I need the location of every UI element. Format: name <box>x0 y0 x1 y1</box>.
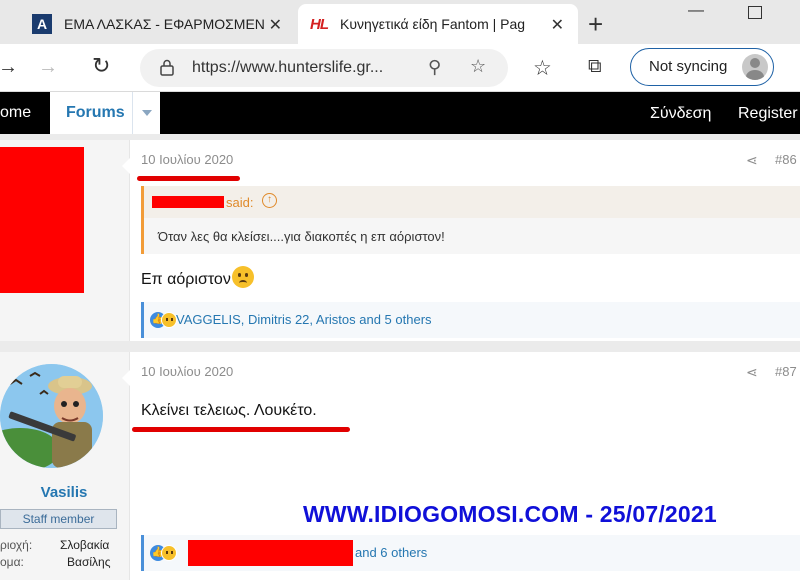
red-underline-mark <box>137 176 240 181</box>
quote-header: said: ↑ <box>144 186 800 218</box>
post-user-panel <box>0 140 130 341</box>
post-date[interactable]: 10 Ιουλίου 2020 <box>141 152 233 167</box>
post-body-text: Κλείνει τελειως. Λουκέτο. <box>141 402 317 419</box>
maximize-window-button[interactable] <box>748 6 762 19</box>
post-message: 10 Ιουλίου 2020 ⋖ #87 Κλείνει τελειως. Λ… <box>122 352 800 580</box>
browser-toolbar: → → ↻ https://www.hunterslife.gr... ⚲ ☆ … <box>0 44 800 92</box>
tab-strip: A ΕΜΑ ΛΑΣΚΑΣ - ΕΦΑΡΜΟΣΜΕΝ ✕ HL Κυνηγετικ… <box>0 0 800 44</box>
avatar[interactable] <box>0 364 103 468</box>
post-date[interactable]: 10 Ιουλίου 2020 <box>141 364 233 379</box>
redacted-reaction-names <box>188 540 353 566</box>
forum-post: Vasilis Staff member ριοχή: Σλοβακία ομα… <box>0 352 800 580</box>
redacted-quote-author <box>152 196 224 208</box>
reactions-list[interactable]: and 6 others <box>355 545 427 560</box>
red-underline-mark <box>132 427 350 432</box>
share-icon[interactable]: ⋖ <box>746 364 758 381</box>
reactions-bar[interactable]: 👍 and 6 others <box>141 535 800 571</box>
nav-forums-tab[interactable]: Forums <box>50 92 160 134</box>
post-body: Επ αόριστον <box>141 266 254 289</box>
sad-reaction-icon <box>161 545 177 561</box>
post-user-panel: Vasilis Staff member ριοχή: Σλοβακία ομα… <box>0 352 130 580</box>
profile-avatar-icon <box>742 54 768 80</box>
hunterslife-favicon-icon: HL <box>310 15 329 33</box>
zoom-out-icon[interactable]: ⚲ <box>428 57 441 78</box>
share-icon[interactable]: ⋖ <box>746 152 758 169</box>
confused-emoji-icon <box>231 266 254 288</box>
forward-arrow-icon[interactable]: → <box>38 56 58 79</box>
reactions-list[interactable]: VAGGELIS, Dimitris 22, Aristos and 5 oth… <box>176 312 432 327</box>
nav-forums-label: Forums <box>66 104 125 121</box>
new-tab-button[interactable]: + <box>588 9 603 40</box>
post-number[interactable]: #86 <box>775 152 797 167</box>
post-body-text: Επ αόριστον <box>141 271 231 288</box>
quote-said-label: said: <box>226 195 254 210</box>
tab-ema-laskas[interactable]: A ΕΜΑ ΛΑΣΚΑΣ - ΕΦΑΡΜΟΣΜΕΝ ✕ <box>20 4 296 44</box>
tab-title: ΕΜΑ ΛΑΣΚΑΣ - ΕΦΑΡΜΟΣΜΕΝ <box>64 16 264 32</box>
close-tab-icon[interactable]: ✕ <box>551 15 564 35</box>
back-arrow-icon[interactable]: → <box>0 56 18 79</box>
favorites-icon[interactable]: ☆ <box>533 56 552 81</box>
register-link[interactable]: Register <box>738 105 798 123</box>
user-field-value: Σλοβακία <box>60 538 110 552</box>
ema-favicon-icon: A <box>32 14 52 34</box>
redacted-avatar <box>0 147 84 293</box>
close-tab-icon[interactable]: ✕ <box>269 15 282 35</box>
add-favorite-icon[interactable]: ☆ <box>470 56 486 77</box>
staff-member-badge: Staff member <box>0 509 117 529</box>
address-url[interactable]: https://www.hunterslife.gr... <box>192 59 383 77</box>
not-syncing-label: Not syncing <box>649 58 728 75</box>
collections-icon[interactable]: ⧉ <box>588 56 602 78</box>
reaction-icons: 👍 <box>150 545 180 561</box>
quote-block: said: ↑ Όταν λες θα κλείσει....για διακο… <box>141 186 800 254</box>
jump-to-quote-icon[interactable]: ↑ <box>262 193 277 208</box>
profile-sync-button[interactable]: Not syncing <box>630 48 774 86</box>
user-field-value: Βασίλης <box>67 555 111 569</box>
login-link[interactable]: Σύνδεση <box>650 105 711 123</box>
watermark-text: WWW.IDIOGOMOSI.COM - 25/07/2021 <box>303 501 717 527</box>
quote-text: Όταν λες θα κλείσει....για διακοπές η επ… <box>158 229 445 244</box>
chevron-down-icon[interactable] <box>132 92 160 134</box>
nav-home[interactable]: ome <box>0 104 31 122</box>
hunter-avatar-image <box>0 364 103 468</box>
address-bar[interactable]: https://www.hunterslife.gr... ⚲ ☆ <box>140 49 508 87</box>
post-body: Κλείνει τελειως. Λουκέτο. <box>141 402 317 420</box>
tab-title: Κυνηγετικά είδη Fantom | Pag <box>340 16 526 32</box>
user-field-label: ριοχή: <box>0 538 33 552</box>
lock-icon <box>160 59 174 76</box>
minimize-window-button[interactable]: — <box>688 2 704 30</box>
refresh-icon[interactable]: ↻ <box>92 53 110 79</box>
sad-reaction-icon <box>161 312 177 328</box>
post-number[interactable]: #87 <box>775 364 797 379</box>
user-field-label: ομα: <box>0 555 24 569</box>
reactions-bar[interactable]: 👍 VAGGELIS, Dimitris 22, Aristos and 5 o… <box>141 302 800 338</box>
forum-post: 10 Ιουλίου 2020 ⋖ #86 said: ↑ Όταν λες θ… <box>0 140 800 341</box>
post-message: 10 Ιουλίου 2020 ⋖ #86 said: ↑ Όταν λες θ… <box>122 140 800 341</box>
site-navigation: ome Forums Σύνδεση Register <box>0 92 800 134</box>
username-link[interactable]: Vasilis <box>0 484 128 501</box>
tab-hunterslife[interactable]: HL Κυνηγετικά είδη Fantom | Pag ✕ <box>298 4 578 44</box>
more-menu-icon[interactable]: ⋮ <box>792 54 800 75</box>
